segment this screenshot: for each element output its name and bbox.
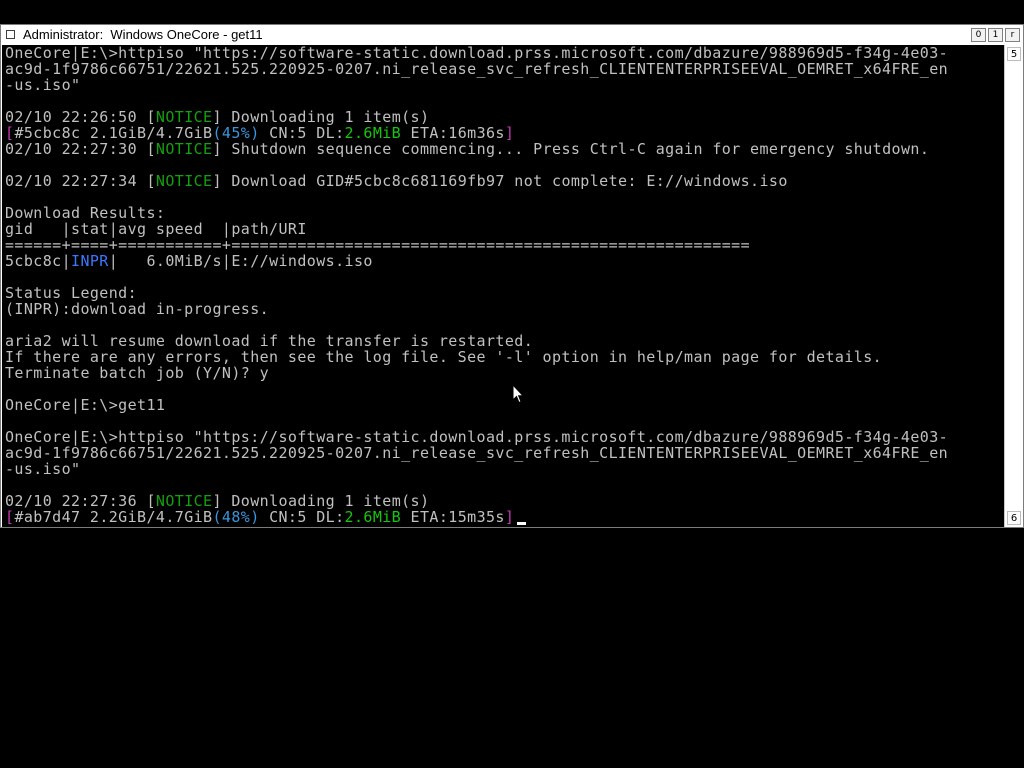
console-output[interactable]: OneCore|E:\>httpiso "https://software-st… xyxy=(2,45,1004,527)
system-menu-icon[interactable] xyxy=(6,30,15,39)
resume-note: aria2 will resume download if the transf… xyxy=(5,332,534,350)
progress-gid: #ab7d47 xyxy=(14,508,81,526)
progress-eta: 15m35s xyxy=(448,508,505,526)
bracket: ] xyxy=(212,140,222,158)
bracket: ] xyxy=(504,508,515,526)
notice-tag: NOTICE xyxy=(155,172,213,190)
progress-line: [#5cbc8c 2.1GiB/4.7GiB(45%) CN:5 DL:2.6M… xyxy=(5,125,514,141)
scroll-up-button[interactable]: 5 xyxy=(1007,47,1021,61)
window-controls: 0 1 r xyxy=(969,28,1020,42)
command-line: ac9d-1f9786c66751/22621.525.220925-0207.… xyxy=(5,444,949,462)
notice-line: 02/10 22:26:50 [NOTICE] Downloading 1 it… xyxy=(5,109,429,125)
result-gid: 5cbc8c| xyxy=(5,252,72,270)
progress-speed: 2.6MiB xyxy=(344,508,402,526)
vertical-scrollbar[interactable]: 5 6 xyxy=(1004,45,1022,527)
notice-line: 02/10 22:27:36 [NOTICE] Downloading 1 it… xyxy=(5,493,429,509)
maximize-button[interactable]: 1 xyxy=(988,28,1003,42)
legend-title: Status Legend: xyxy=(5,284,138,302)
notice-tag: NOTICE xyxy=(155,140,213,158)
console-window[interactable]: Administrator: Windows OneCore - get11 0… xyxy=(0,24,1024,528)
progress-eta-label: ETA: xyxy=(401,508,449,526)
progress-size: 2.2GiB/4.7GiB xyxy=(80,508,213,526)
notice-message: Shutdown sequence commencing... Press Ct… xyxy=(221,140,930,158)
timestamp: 02/10 22:27:30 xyxy=(5,140,147,158)
results-rule: ======+====+===========+================… xyxy=(5,236,751,254)
errors-note: If there are any errors, then see the lo… xyxy=(5,348,883,366)
command-line: -us.iso" xyxy=(5,76,81,94)
notice-message: Download GID#5cbc8c681169fb97 not comple… xyxy=(221,172,788,190)
mouse-pointer-icon xyxy=(512,384,524,404)
notice-line: 02/10 22:27:34 [NOTICE] Download GID#5cb… xyxy=(5,173,788,189)
results-title: Download Results: xyxy=(5,204,166,222)
results-row: 5cbc8c|INPR| 6.0MiB/s|E://windows.iso xyxy=(5,253,373,269)
notice-line: 02/10 22:27:30 [NOTICE] Shutdown sequenc… xyxy=(5,141,929,157)
text-cursor xyxy=(517,522,527,525)
bracket: ] xyxy=(212,172,222,190)
command-line: -us.iso" xyxy=(5,460,81,478)
bracket: [ xyxy=(146,172,156,190)
minimize-button[interactable]: 0 xyxy=(971,28,986,42)
title-bar[interactable]: Administrator: Windows OneCore - get11 0… xyxy=(1,25,1023,45)
progress-connections: CN:5 DL: xyxy=(259,508,345,526)
scroll-down-button[interactable]: 6 xyxy=(1007,511,1021,525)
window-title: Administrator: Windows OneCore - get11 xyxy=(23,27,263,42)
progress-percent: (48%) xyxy=(212,508,260,526)
bracket: [ xyxy=(146,140,156,158)
results-header: gid |stat|avg speed |path/URI xyxy=(5,220,307,238)
command-line: OneCore|E:\>get11 xyxy=(5,396,166,414)
timestamp: 02/10 22:27:34 xyxy=(5,172,147,190)
progress-line: [#ab7d47 2.2GiB/4.7GiB(48%) CN:5 DL:2.6M… xyxy=(5,508,527,526)
command-line: OneCore|E:\>httpiso "https://software-st… xyxy=(5,428,949,446)
result-status: INPR xyxy=(71,252,109,270)
command-line: ac9d-1f9786c66751/22621.525.220925-0207.… xyxy=(5,60,949,78)
legend-inpr: (INPR):download in-progress. xyxy=(5,300,270,318)
terminate-prompt: Terminate batch job (Y/N)? y xyxy=(5,364,270,382)
result-details: | 6.0MiB/s|E://windows.iso xyxy=(108,252,373,270)
close-button[interactable]: r xyxy=(1005,28,1020,42)
command-line: OneCore|E:\>httpiso "https://software-st… xyxy=(5,45,949,62)
